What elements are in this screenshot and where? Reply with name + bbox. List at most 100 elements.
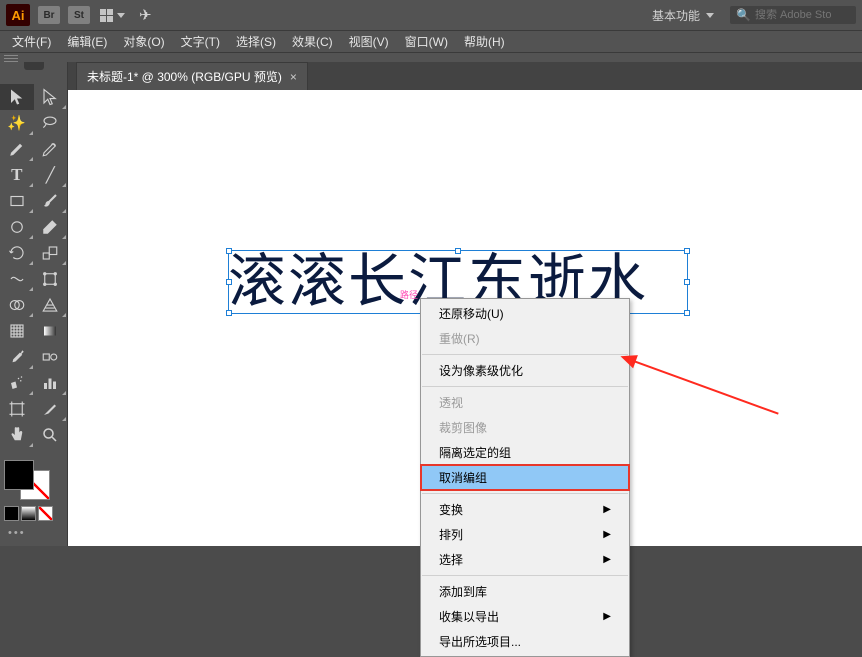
none-mode[interactable]	[38, 506, 53, 521]
handle[interactable]	[455, 248, 461, 254]
context-menu-label: 裁剪图像	[439, 419, 487, 436]
menu-window[interactable]: 窗口(W)	[397, 31, 456, 52]
line-tool[interactable]: ╱	[34, 162, 68, 188]
menu-edit[interactable]: 编辑(E)	[59, 31, 115, 52]
stock-icon[interactable]: St	[68, 6, 90, 24]
chevron-down-icon	[706, 13, 714, 18]
options-bar	[0, 52, 862, 62]
search-box[interactable]: 🔍	[730, 6, 856, 24]
fill-swatch[interactable]	[4, 460, 34, 490]
menubar: 文件(F) 编辑(E) 对象(O) 文字(T) 选择(S) 效果(C) 视图(V…	[0, 30, 862, 52]
handle[interactable]	[226, 248, 232, 254]
menu-select[interactable]: 选择(S)	[228, 31, 284, 52]
context-menu-label: 重做(R)	[439, 330, 480, 347]
context-menu: 还原移动(U)重做(R)设为像素级优化透视裁剪图像隔离选定的组取消编组变换▶排列…	[420, 298, 630, 657]
curvature-tool[interactable]	[34, 136, 68, 162]
context-menu-item[interactable]: 还原移动(U)	[421, 301, 629, 326]
context-menu-label: 导出所选项目...	[439, 633, 521, 650]
chevron-right-icon: ▶	[603, 504, 611, 515]
tools-panel: ✨ T ╱	[0, 62, 68, 546]
context-menu-label: 选择	[439, 551, 463, 568]
workspace-switcher[interactable]: 基本功能	[644, 4, 722, 27]
context-menu-label: 排列	[439, 526, 463, 543]
context-menu-label: 透视	[439, 394, 463, 411]
menu-view[interactable]: 视图(V)	[341, 31, 397, 52]
context-menu-label: 设为像素级优化	[439, 362, 523, 379]
selection-tool[interactable]	[0, 84, 34, 110]
bridge-icon[interactable]: Br	[38, 6, 60, 24]
app-topbar: Ai Br St ✈ 基本功能 🔍	[0, 0, 862, 30]
close-icon[interactable]: ×	[290, 70, 297, 84]
edit-toolbar[interactable]: •••	[0, 527, 67, 539]
shaper-tool[interactable]	[0, 214, 34, 240]
rectangle-tool[interactable]	[0, 188, 34, 214]
paintbrush-tool[interactable]	[34, 188, 68, 214]
gradient-mode[interactable]	[21, 506, 36, 521]
context-menu-label: 还原移动(U)	[439, 305, 504, 322]
menu-object[interactable]: 对象(O)	[115, 31, 172, 52]
document-tab-title: 未标题-1* @ 300% (RGB/GPU 预览)	[87, 68, 282, 85]
color-swatches[interactable]	[0, 456, 67, 500]
free-transform-tool[interactable]	[34, 266, 68, 292]
context-menu-item: 裁剪图像	[421, 415, 629, 440]
pen-tool[interactable]	[0, 136, 34, 162]
width-tool[interactable]	[0, 266, 34, 292]
context-menu-item[interactable]: 排列 ▶	[421, 522, 629, 547]
direct-selection-tool[interactable]	[34, 84, 68, 110]
context-menu-item[interactable]: 隔离选定的组	[421, 440, 629, 465]
zoom-tool[interactable]	[34, 422, 68, 448]
symbol-sprayer-tool[interactable]	[0, 370, 34, 396]
lasso-tool[interactable]	[34, 110, 68, 136]
context-menu-item[interactable]: 设为像素级优化	[421, 358, 629, 383]
context-menu-label: 变换	[439, 501, 463, 518]
arrange-documents[interactable]	[100, 9, 125, 22]
perspective-grid-tool[interactable]	[34, 292, 68, 318]
context-menu-item[interactable]: 变换 ▶	[421, 497, 629, 522]
handle[interactable]	[684, 248, 690, 254]
artboard-tool[interactable]	[0, 396, 34, 422]
context-menu-label: 隔离选定的组	[439, 444, 511, 461]
context-menu-item: 透视	[421, 390, 629, 415]
blend-tool[interactable]	[34, 344, 68, 370]
chevron-right-icon: ▶	[603, 529, 611, 540]
context-menu-item: 重做(R)	[421, 326, 629, 351]
search-input[interactable]	[755, 9, 850, 21]
mesh-tool[interactable]	[0, 318, 34, 344]
context-menu-item[interactable]: 导出所选项目...	[421, 629, 629, 654]
chevron-down-icon	[117, 13, 125, 18]
gpu-icon[interactable]: ✈	[139, 6, 152, 24]
shape-builder-tool[interactable]	[0, 292, 34, 318]
menu-file[interactable]: 文件(F)	[4, 31, 59, 52]
slice-tool[interactable]	[34, 396, 68, 422]
context-menu-label: 收集以导出	[439, 608, 499, 625]
menu-type[interactable]: 文字(T)	[173, 31, 228, 52]
eraser-tool[interactable]	[34, 214, 68, 240]
chevron-right-icon: ▶	[603, 554, 611, 565]
menu-effect[interactable]: 效果(C)	[284, 31, 341, 52]
handle[interactable]	[226, 279, 232, 285]
eyedropper-tool[interactable]	[0, 344, 34, 370]
context-menu-item[interactable]: 选择 ▶	[421, 547, 629, 572]
hand-tool[interactable]	[0, 422, 34, 448]
search-icon: 🔍	[736, 8, 751, 22]
context-menu-separator	[422, 493, 628, 494]
color-mode[interactable]	[4, 506, 19, 521]
context-menu-item[interactable]: 取消编组	[421, 465, 629, 490]
handle[interactable]	[684, 310, 690, 316]
column-graph-tool[interactable]	[34, 370, 68, 396]
context-menu-label: 添加到库	[439, 583, 487, 600]
magic-wand-tool[interactable]: ✨	[0, 110, 34, 136]
type-tool[interactable]: T	[0, 162, 34, 188]
gradient-tool[interactable]	[34, 318, 68, 344]
handle[interactable]	[684, 279, 690, 285]
handle[interactable]	[226, 310, 232, 316]
ai-logo: Ai	[6, 4, 30, 26]
menu-help[interactable]: 帮助(H)	[456, 31, 513, 52]
context-menu-item[interactable]: 添加到库	[421, 579, 629, 604]
context-menu-item[interactable]: 收集以导出▶	[421, 604, 629, 629]
scale-tool[interactable]	[34, 240, 68, 266]
rotate-tool[interactable]	[0, 240, 34, 266]
context-menu-separator	[422, 386, 628, 387]
document-tab[interactable]: 未标题-1* @ 300% (RGB/GPU 预览) ×	[76, 62, 308, 90]
context-menu-separator	[422, 354, 628, 355]
